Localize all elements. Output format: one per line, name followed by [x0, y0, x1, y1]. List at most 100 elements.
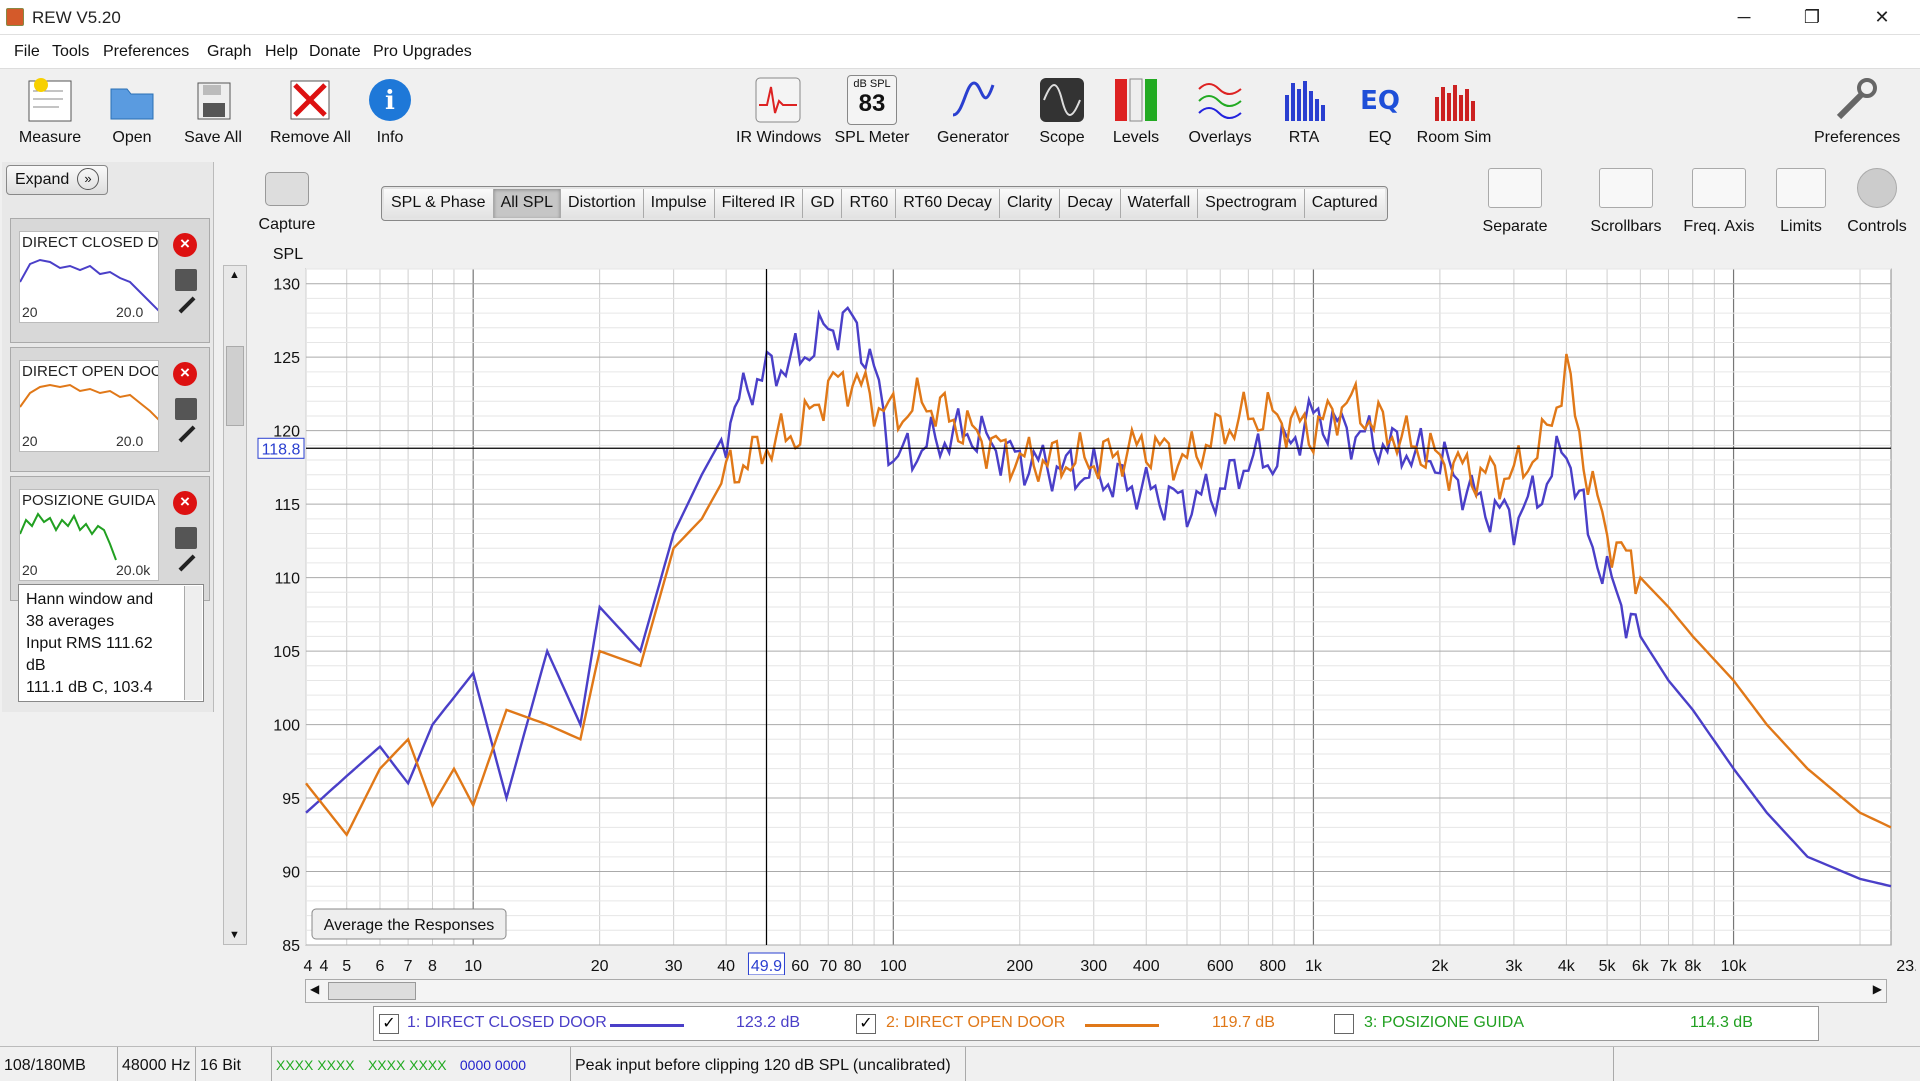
separate-label: Separate — [1482, 218, 1548, 235]
capture-button[interactable]: Capture — [252, 172, 322, 234]
eq-button[interactable]: EQ EQ — [1340, 75, 1420, 147]
generator-button[interactable]: Generator — [932, 75, 1014, 147]
vertical-scrollbar[interactable]: ▲ ▼ — [223, 265, 247, 945]
scroll-up-arrow-icon[interactable]: ▲ — [229, 269, 240, 281]
menu-pro-upgrades[interactable]: Pro Upgrades — [373, 43, 472, 61]
x-tick-label: 40 — [717, 958, 735, 975]
legend-checkbox-1[interactable]: ✓ — [379, 1014, 399, 1034]
average-responses-button[interactable]: Average the Responses — [311, 908, 507, 940]
remove-measurement-icon[interactable]: × — [173, 491, 197, 515]
overlays-button[interactable]: Overlays — [1180, 75, 1260, 147]
legend-label-2[interactable]: 2: DIRECT OPEN DOOR — [886, 1014, 1065, 1032]
limits-button[interactable]: Limits — [1775, 168, 1827, 236]
measurement-name: DIRECT CLOSED DO — [22, 234, 159, 251]
measurement-thumbnail[interactable]: DIRECT OPEN DOO 20 20.0 — [19, 360, 159, 452]
y-tick-label: 110 — [274, 571, 300, 588]
remove-all-button[interactable]: Remove All — [270, 75, 351, 147]
measurement-card[interactable]: DIRECT CLOSED DO 20 20.0 × — [10, 218, 210, 343]
vertical-scroll-thumb[interactable] — [226, 346, 244, 426]
spl-meter-button[interactable]: dB SPL 83 SPL Meter — [832, 75, 912, 147]
scroll-down-arrow-icon[interactable]: ▼ — [229, 929, 240, 941]
minimize-button[interactable]: ─ — [1714, 0, 1774, 35]
expand-button[interactable]: Expand » — [6, 165, 108, 195]
menu-graph[interactable]: Graph — [207, 43, 251, 61]
room-sim-button[interactable]: Room Sim — [1414, 75, 1494, 147]
tab-clarity[interactable]: Clarity — [999, 189, 1061, 218]
horizontal-scroll-thumb[interactable] — [328, 982, 416, 1000]
measurement-card[interactable]: POSIZIONE GUIDA 20 20.0k × — [10, 476, 210, 601]
rta-button[interactable]: RTA — [1264, 75, 1344, 147]
eq-icon: EQ — [1360, 86, 1400, 116]
save-measurement-icon[interactable] — [175, 527, 197, 549]
y-tick-label: 115 — [274, 497, 300, 514]
scope-button[interactable]: Scope — [1022, 75, 1102, 147]
measurement-thumbnail[interactable]: POSIZIONE GUIDA 20 20.0k — [19, 489, 159, 581]
overlays-icon — [1198, 83, 1242, 119]
separate-button[interactable]: Separate — [1478, 168, 1552, 236]
tab-decay[interactable]: Decay — [1060, 189, 1121, 218]
scrollbars-button[interactable]: Scrollbars — [1588, 168, 1664, 236]
close-button[interactable]: ✕ — [1852, 0, 1912, 35]
ir-windows-button[interactable]: IR Windows — [736, 75, 821, 147]
notes-scrollbar[interactable] — [184, 586, 202, 700]
tab-spectrogram[interactable]: Spectrogram — [1198, 189, 1305, 218]
thumbnail-axis-start: 20 — [22, 562, 38, 578]
tab-rt60[interactable]: RT60 — [842, 189, 897, 218]
remove-measurement-icon[interactable]: × — [173, 362, 197, 386]
edit-icon[interactable] — [178, 554, 196, 572]
controls-label: Controls — [1847, 218, 1907, 235]
gear-icon — [1857, 168, 1897, 208]
info-button[interactable]: i Info — [350, 75, 430, 147]
menu-donate[interactable]: Donate — [309, 43, 361, 61]
tab-all-spl[interactable]: All SPL — [493, 189, 562, 218]
menu-tools[interactable]: Tools — [52, 43, 89, 61]
legend-checkbox-3[interactable] — [1334, 1014, 1354, 1034]
edit-icon[interactable] — [178, 425, 196, 443]
tab-gd[interactable]: GD — [803, 189, 843, 218]
scroll-left-arrow-icon[interactable]: ◀ — [310, 982, 319, 996]
save-all-label: Save All — [184, 129, 242, 146]
remove-measurement-icon[interactable]: × — [173, 233, 197, 257]
tab-distortion[interactable]: Distortion — [561, 189, 644, 218]
menu-file[interactable]: File — [14, 43, 40, 61]
tab-captured[interactable]: Captured — [1304, 189, 1385, 218]
tab-spl-phase[interactable]: SPL & Phase — [384, 189, 494, 218]
spl-graph[interactable]: SPL8590951001051101151201251304 4 5 6 7 8 10 20… — [246, 245, 1916, 975]
scroll-right-arrow-icon[interactable]: ▶ — [1873, 982, 1882, 996]
restore-button[interactable]: ❐ — [1782, 0, 1842, 35]
freq-axis-button[interactable]: Freq. Axis — [1680, 168, 1758, 236]
save-measurement-icon[interactable] — [175, 269, 197, 291]
rta-label: RTA — [1288, 129, 1320, 146]
levels-button[interactable]: Levels — [1096, 75, 1176, 147]
legend-label-3[interactable]: 3: POSIZIONE GUIDA — [1364, 1014, 1524, 1032]
legend-checkbox-2[interactable]: ✓ — [856, 1014, 876, 1034]
tab-impulse[interactable]: Impulse — [643, 189, 715, 218]
edit-icon[interactable] — [178, 296, 196, 314]
measure-button[interactable]: Measure — [10, 75, 90, 147]
tab-filtered-ir[interactable]: Filtered IR — [714, 189, 804, 218]
scrollbars-icon — [1599, 168, 1653, 208]
spl-meter-unit: dB SPL — [853, 78, 891, 90]
measurement-thumbnail[interactable]: DIRECT CLOSED DO 20 20.0 — [19, 231, 159, 323]
tab-rt60-decay[interactable]: RT60 Decay — [896, 189, 1000, 218]
save-all-button[interactable]: Save All — [173, 75, 253, 147]
input-meter: XXXX XXXX XXXX XXXX 0000 0000 — [272, 1047, 568, 1081]
notes-line: 111.1 dB C, 103.4 — [26, 679, 153, 696]
ir-windows-icon — [755, 77, 801, 123]
horizontal-scrollbar[interactable]: ◀ ▶ — [305, 979, 1887, 1003]
preferences-button[interactable]: Preferences — [1814, 75, 1900, 147]
eq-label: EQ — [1368, 129, 1392, 146]
spl-meter-label: SPL Meter — [834, 129, 910, 146]
open-button[interactable]: Open — [92, 75, 172, 147]
tab-waterfall[interactable]: Waterfall — [1120, 189, 1199, 218]
memory-status: 108/180MB — [0, 1047, 118, 1081]
save-measurement-icon[interactable] — [175, 398, 197, 420]
measurement-notes[interactable]: Hann window and 38 averages Input RMS 11… — [18, 584, 204, 702]
notes-line: 38 averages — [26, 613, 115, 630]
capture-label: Capture — [258, 216, 316, 233]
legend-label-1[interactable]: 1: DIRECT CLOSED DOOR — [407, 1014, 607, 1032]
menu-help[interactable]: Help — [265, 43, 298, 61]
menu-preferences[interactable]: Preferences — [103, 43, 189, 61]
controls-button[interactable]: Controls — [1844, 168, 1910, 236]
measurement-card[interactable]: DIRECT OPEN DOO 20 20.0 × — [10, 347, 210, 472]
